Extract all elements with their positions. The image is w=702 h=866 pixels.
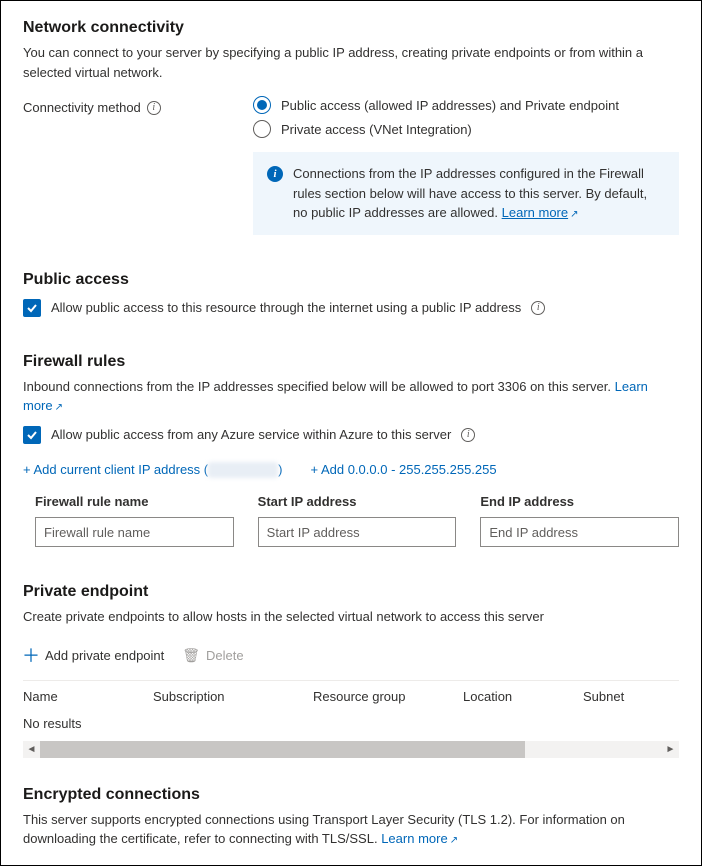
firewall-rules-desc: Inbound connections from the IP addresse… <box>23 379 611 394</box>
private-endpoint-no-results: No results <box>23 710 679 741</box>
add-full-range-link[interactable]: + Add 0.0.0.0 - 255.255.255.255 <box>310 462 496 477</box>
scroll-right-icon[interactable]: ► <box>662 744 679 755</box>
plus-icon: ＋ <box>23 647 39 663</box>
delete-button: 🗑 Delete <box>182 647 243 664</box>
info-box: i Connections from the IP addresses conf… <box>253 152 679 235</box>
add-private-endpoint-label: Add private endpoint <box>45 648 164 663</box>
connectivity-option-private-label: Private access (VNet Integration) <box>281 122 472 137</box>
private-endpoint-desc: Create private endpoints to allow hosts … <box>23 607 679 627</box>
info-icon[interactable]: i <box>147 101 161 115</box>
add-private-endpoint-button[interactable]: ＋ Add private endpoint <box>23 647 164 663</box>
encrypted-connections-title: Encrypted connections <box>23 786 679 804</box>
allow-public-access-checkbox[interactable] <box>23 299 41 317</box>
network-connectivity-title: Network connectivity <box>23 19 679 37</box>
connectivity-option-public[interactable]: Public access (allowed IP addresses) and… <box>253 96 679 114</box>
firewall-end-ip-input[interactable] <box>480 517 679 547</box>
firewall-rules-title: Firewall rules <box>23 353 679 371</box>
learn-more-link[interactable]: Learn more <box>381 831 458 846</box>
public-access-title: Public access <box>23 271 679 289</box>
private-endpoint-table-header: Name Subscription Resource group Locatio… <box>23 681 679 710</box>
delete-label: Delete <box>206 648 244 663</box>
add-client-ip-suffix: ) <box>278 462 282 477</box>
firewall-rule-name-input[interactable] <box>35 517 234 547</box>
redacted-ip <box>208 462 278 478</box>
firewall-start-ip-input[interactable] <box>258 517 457 547</box>
radio-icon <box>253 120 271 138</box>
private-endpoint-title: Private endpoint <box>23 583 679 601</box>
learn-more-link[interactable]: Learn more <box>502 205 579 220</box>
allow-azure-services-label: Allow public access from any Azure servi… <box>51 427 451 442</box>
add-client-ip-link[interactable]: + Add current client IP address () <box>23 462 282 479</box>
allow-public-access-label: Allow public access to this resource thr… <box>51 300 521 315</box>
encrypted-connections-desc: This server supports encrypted connectio… <box>23 812 625 847</box>
allow-azure-services-checkbox[interactable] <box>23 426 41 444</box>
firewall-col-start: Start IP address <box>258 494 457 509</box>
info-icon[interactable]: i <box>461 428 475 442</box>
radio-icon <box>253 96 271 114</box>
info-box-text: Connections from the IP addresses config… <box>293 166 647 220</box>
horizontal-scrollbar[interactable]: ◄ ► <box>23 741 679 758</box>
scroll-track[interactable] <box>40 741 662 758</box>
connectivity-option-private[interactable]: Private access (VNet Integration) <box>253 120 679 138</box>
col-name: Name <box>23 689 153 704</box>
network-connectivity-desc: You can connect to your server by specif… <box>23 43 679 82</box>
col-resource-group: Resource group <box>313 689 463 704</box>
col-subscription: Subscription <box>153 689 313 704</box>
col-subnet: Subnet <box>583 689 679 704</box>
firewall-col-end: End IP address <box>480 494 679 509</box>
add-client-ip-prefix: + Add current client IP address ( <box>23 462 208 477</box>
info-icon: i <box>267 166 283 182</box>
firewall-col-name: Firewall rule name <box>35 494 234 509</box>
info-icon[interactable]: i <box>531 301 545 315</box>
col-location: Location <box>463 689 583 704</box>
scroll-left-icon[interactable]: ◄ <box>23 744 40 755</box>
trash-icon: 🗑 <box>182 647 200 664</box>
connectivity-option-public-label: Public access (allowed IP addresses) and… <box>281 98 619 113</box>
connectivity-method-label: Connectivity method <box>23 100 141 115</box>
scroll-thumb[interactable] <box>40 741 525 758</box>
